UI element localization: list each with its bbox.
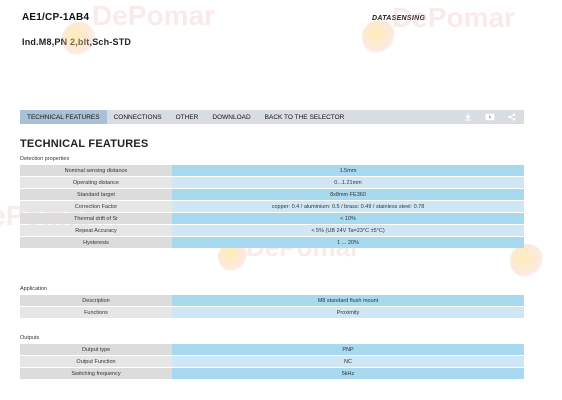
download-icon[interactable]: [464, 113, 472, 121]
table-row: Thermal drift of Sr < 10%: [20, 213, 524, 224]
watermark-logo-mark: [510, 244, 544, 278]
spec-label: Thermal drift of Sr: [20, 213, 172, 224]
table-row: Operating distance 0...1.21mm: [20, 177, 524, 188]
tab-bar: TECHNICAL FEATURES CONNECTIONS OTHER DOW…: [20, 110, 524, 124]
table-row: Standard target 8x8mm FE360: [20, 189, 524, 200]
table-row: Nominal sensing distance 1.5mm: [20, 165, 524, 176]
spec-label: Switching frequency: [20, 368, 172, 379]
table-row: Correction Factor copper: 0.4 / aluminium…: [20, 201, 524, 212]
table-row: Hysteresis 1 ... 20%: [20, 237, 524, 248]
spec-label: Repeat Accuracy: [20, 225, 172, 236]
spec-value: 8x8mm FE360: [172, 189, 524, 200]
tab-label: OTHER: [175, 113, 199, 121]
tab-other[interactable]: OTHER: [169, 110, 206, 124]
spec-label: Functions: [20, 307, 172, 318]
tab-label: DOWNLOAD: [212, 113, 251, 121]
table-row: Output Function NC: [20, 356, 524, 367]
spec-value: 1.5mm: [172, 165, 524, 176]
play-video-icon[interactable]: [485, 113, 495, 121]
spec-value: 1 ... 20%: [172, 237, 524, 248]
tab-download[interactable]: DOWNLOAD: [205, 110, 257, 124]
spec-value: M8 standard flush mount: [172, 295, 524, 306]
table-row: Functions Proximity: [20, 307, 524, 318]
share-icon[interactable]: [508, 113, 516, 121]
spec-label: Output type: [20, 344, 172, 355]
spec-value: NC: [172, 356, 524, 367]
spec-label: Nominal sensing distance: [20, 165, 172, 176]
section-title: TECHNICAL FEATURES: [20, 138, 149, 150]
spec-label: Standard target: [20, 189, 172, 200]
spec-value: < 10%: [172, 213, 524, 224]
part-code: AE1/CP-1AB4: [22, 12, 90, 23]
tab-technical-features[interactable]: TECHNICAL FEATURES: [20, 110, 107, 124]
spec-label: Correction Factor: [20, 201, 172, 212]
tab-actions: [464, 110, 524, 124]
tab-label: BACK TO THE SELECTOR: [264, 113, 345, 121]
spec-value: PNP: [172, 344, 524, 355]
tab-back-to-selector[interactable]: BACK TO THE SELECTOR: [258, 110, 352, 124]
tab-label: CONNECTIONS: [113, 113, 162, 121]
watermark-logo-mark: [362, 20, 396, 54]
tab-connections[interactable]: CONNECTIONS: [107, 110, 169, 124]
spec-value: 5kHz: [172, 368, 524, 379]
group-label-application: Application: [20, 286, 47, 292]
table-row: Repeat Accuracy < 5% (UB 24V Ta=23°C ±5°C…: [20, 225, 524, 236]
spec-label: Description: [20, 295, 172, 306]
table-row: Description M8 standard flush mount: [20, 295, 524, 306]
group-label-outputs: Outputs: [20, 335, 40, 341]
spec-label: Output Function: [20, 356, 172, 367]
spec-value: 0...1.21mm: [172, 177, 524, 188]
table-row: Output type PNP: [20, 344, 524, 355]
spec-label: Operating distance: [20, 177, 172, 188]
tab-label: TECHNICAL FEATURES: [27, 113, 100, 121]
brand-logo: DATASENSING: [372, 15, 426, 22]
product-header: AE1/CP-1AB4 Ind.M8,PN 2,blt,Sch-STD: [22, 12, 131, 47]
spec-value: < 5% (UB 24V Ta=23°C ±5°C): [172, 225, 524, 236]
spec-value: copper: 0.4 / aluminium: 0.5 / brass: 0.…: [172, 201, 524, 212]
table-row: Switching frequency 5kHz: [20, 368, 524, 379]
spec-label: Hysteresis: [20, 237, 172, 248]
detection-properties-table: Nominal sensing distance 1.5mm Operating d…: [20, 164, 524, 249]
part-description: Ind.M8,PN 2,blt,Sch-STD: [22, 37, 132, 47]
application-table: Description M8 standard flush mount Functi…: [20, 294, 524, 319]
spec-value: Proximity: [172, 307, 524, 318]
outputs-table: Output type PNP Output Function NC Switching…: [20, 343, 524, 380]
group-label-detection: Detection properties: [20, 156, 70, 162]
